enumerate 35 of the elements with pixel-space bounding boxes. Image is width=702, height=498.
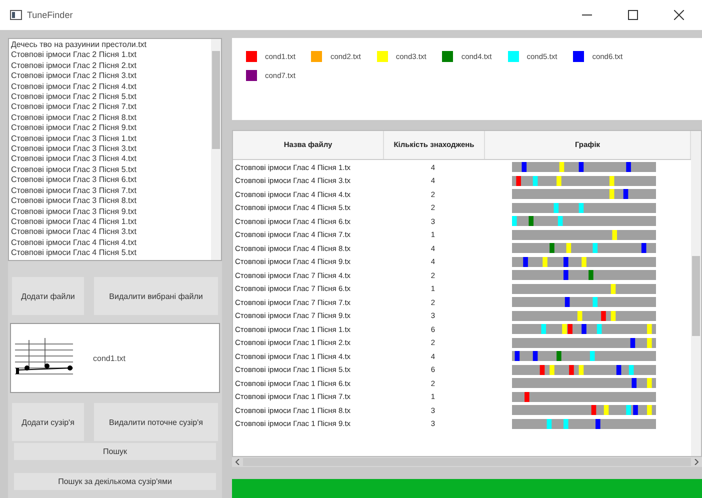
file-list-item[interactable]: Стовпові ірмоси Глас 2 Пісня 4.txt <box>11 82 209 92</box>
file-list-item[interactable]: Стовпові ірмоси Глас 2 Пісня 1.txt <box>11 50 209 61</box>
file-list-item[interactable]: Стовпові ірмоси Глас 2 Пісня 8.txt <box>11 112 209 124</box>
scrollbar[interactable] <box>211 39 221 260</box>
add-constellation-button[interactable]: Додати сузір'я <box>12 403 84 441</box>
file-list-item[interactable]: Стовпові ірмоси Глас 4 Пісня 1.txt <box>11 216 209 228</box>
app-icon <box>10 10 22 20</box>
file-list-item[interactable]: Стовпові ірмоси Глас 4 Пісня 3.txt <box>11 227 209 238</box>
multi-search-button[interactable]: Пошук за декількома сузір'ями <box>14 473 216 490</box>
file-list-item[interactable]: Стовпові ірмоси Глас 2 Пісня 7.txt <box>11 102 209 113</box>
file-list-item[interactable]: Стовпові ірмоси Глас 4 Пісня 4.txt <box>11 238 209 248</box>
file-list-item[interactable]: Стовпові ірмоси Глас 3 Пісня 4.txt <box>11 154 209 165</box>
file-list-item[interactable]: Стовпові ірмоси Глас 3 Пісня 5.txt <box>11 164 209 176</box>
scrollbar[interactable] <box>691 130 701 456</box>
maximize-icon[interactable] <box>628 10 638 20</box>
horizontal-scrollbar[interactable] <box>232 457 702 467</box>
file-list-item[interactable]: Стовпові ірмоси Глас 3 Пісня 3.txt <box>11 144 209 154</box>
file-list-item[interactable]: Стовпові ірмоси Глас 3 Пісня 6.txt <box>11 175 209 186</box>
file-list-item[interactable]: Стовпові ірмоси Глас 2 Пісня 3.txt <box>11 71 209 82</box>
close-icon[interactable] <box>674 10 684 20</box>
file-list-item[interactable]: Стовпові ірмоси Глас 2 Пісня 9.txt <box>11 123 209 134</box>
file-list-item[interactable]: Дечесь тво на разуинии престоли.txt <box>11 40 209 50</box>
search-button[interactable]: Пошук <box>14 443 216 460</box>
constellation-name: cond1.txt <box>93 354 126 362</box>
add-files-button[interactable]: Додати файли <box>12 277 84 315</box>
file-list-item[interactable]: Стовпові ірмоси Глас 3 Пісня 8.txt <box>11 196 209 206</box>
remove-files-button[interactable]: Видалити вибрані файли <box>94 277 218 315</box>
file-list-item[interactable]: Стовпові ірмоси Глас 3 Пісня 9.txt <box>11 206 209 217</box>
file-list-item[interactable]: Стовпові ірмоси Глас 2 Пісня 2.txt <box>11 60 209 72</box>
file-list-item[interactable]: Стовпові ірмоси Глас 3 Пісня 1.txt <box>11 134 209 144</box>
file-list-item[interactable]: Стовпові ірмоси Глас 3 Пісня 7.txt <box>11 186 209 196</box>
window-title: TuneFinder <box>27 10 73 20</box>
file-list-item[interactable]: Стовпові ірмоси Глас 2 Пісня 5.txt <box>11 92 209 102</box>
file-list-item[interactable]: Стовпові ірмоси Глас 4 Пісня 5.txt <box>11 248 209 259</box>
remove-constellation-button[interactable]: Видалити поточне сузір'я <box>94 403 218 441</box>
